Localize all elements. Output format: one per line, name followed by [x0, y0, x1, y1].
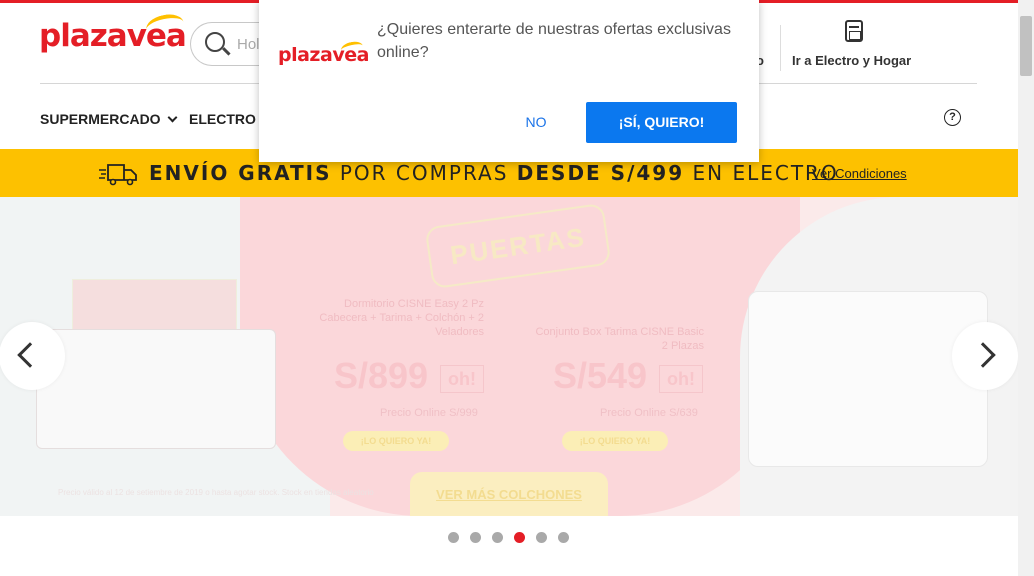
bed-image-right: [748, 291, 988, 467]
notification-prompt: plazavea ¿Quieres enterarte de nuestras …: [259, 0, 759, 162]
banner-bold-2: DESDE S/499: [516, 161, 685, 185]
carousel-next-button[interactable]: [952, 322, 1018, 390]
electro-hogar-label: Ir a Electro y Hogar: [792, 53, 912, 68]
banner-text: ENVÍO GRATIS POR COMPRAS DESDE S/499 EN …: [149, 161, 839, 185]
chevron-down-icon: [167, 112, 178, 123]
product-1-cta-button[interactable]: ¡LO QUIERO YA!: [343, 431, 449, 451]
modal-logo: plazavea: [278, 39, 369, 66]
chevron-left-icon: [17, 342, 43, 368]
product-2-online-price: Precio Online S/639: [600, 407, 698, 419]
product-1-online-price: Precio Online S/999: [380, 407, 478, 419]
banner-normal-1: POR COMPRAS: [331, 161, 517, 185]
ver-condiciones-link[interactable]: Ver Condiciones: [812, 166, 907, 181]
product-2-description: Conjunto Box Tarima CISNE Basic 2 Plazas: [535, 326, 704, 352]
carousel-dot[interactable]: [558, 532, 569, 543]
carousel-dot[interactable]: [536, 532, 547, 543]
carousel-prev-button[interactable]: [0, 322, 65, 390]
electro-hogar-link[interactable]: Ir a Electro y Hogar: [792, 20, 912, 70]
search-icon[interactable]: [205, 32, 225, 52]
banner-bold-1: ENVÍO GRATIS: [149, 161, 332, 185]
carousel-dot[interactable]: [470, 532, 481, 543]
modal-no-button[interactable]: NO: [511, 110, 561, 134]
page: plazavea Hola o Ir a Electro y Hogar SUP…: [0, 0, 1034, 576]
truck-icon: [99, 164, 137, 186]
hero-slide[interactable]: PUERTAS Dormitorio CISNE Easy 2 Pz Cabec…: [0, 197, 1018, 516]
carousel-dots: [448, 532, 569, 544]
header-divider: [780, 25, 781, 71]
stove-icon: [845, 20, 863, 42]
product-1-price: S/899: [334, 355, 429, 396]
product-2-cta-button[interactable]: ¡LO QUIERO YA!: [562, 431, 668, 451]
carousel-dot[interactable]: [448, 532, 459, 543]
help-icon[interactable]: ?: [944, 109, 961, 126]
product-2-price: S/549: [553, 355, 648, 396]
plazavea-logo[interactable]: plazavea: [39, 11, 187, 64]
nav-item-label: SUPERMERCADO: [40, 111, 161, 127]
modal-yes-button[interactable]: ¡SÍ, QUIERO!: [586, 102, 737, 143]
ver-mas-colchones-button[interactable]: VER MÁS COLCHONES: [410, 472, 608, 516]
scrollbar-thumb[interactable]: [1020, 16, 1032, 76]
hero-fine-print: Precio válido al 12 de setiembre de 2019…: [58, 488, 374, 497]
bed-image-left: [36, 329, 276, 449]
product-2-oh-badge: oh!: [659, 365, 703, 393]
modal-message: ¿Quieres enterarte de nuestras ofertas e…: [377, 21, 731, 61]
nav-item-label: ELECTRO Y: [189, 111, 269, 127]
product-1-description: Dormitorio CISNE Easy 2 Pz Cabecera + Ta…: [319, 298, 484, 338]
carousel-dot[interactable]: [492, 532, 503, 543]
carousel-dot[interactable]: [514, 532, 525, 543]
nav-item-supermercado[interactable]: SUPERMERCADO: [40, 111, 178, 127]
chevron-right-icon: [970, 342, 996, 368]
product-1-oh-badge: oh!: [440, 365, 484, 393]
scrollbar[interactable]: [1018, 0, 1034, 576]
nav-item-electro[interactable]: ELECTRO Y: [189, 111, 269, 127]
